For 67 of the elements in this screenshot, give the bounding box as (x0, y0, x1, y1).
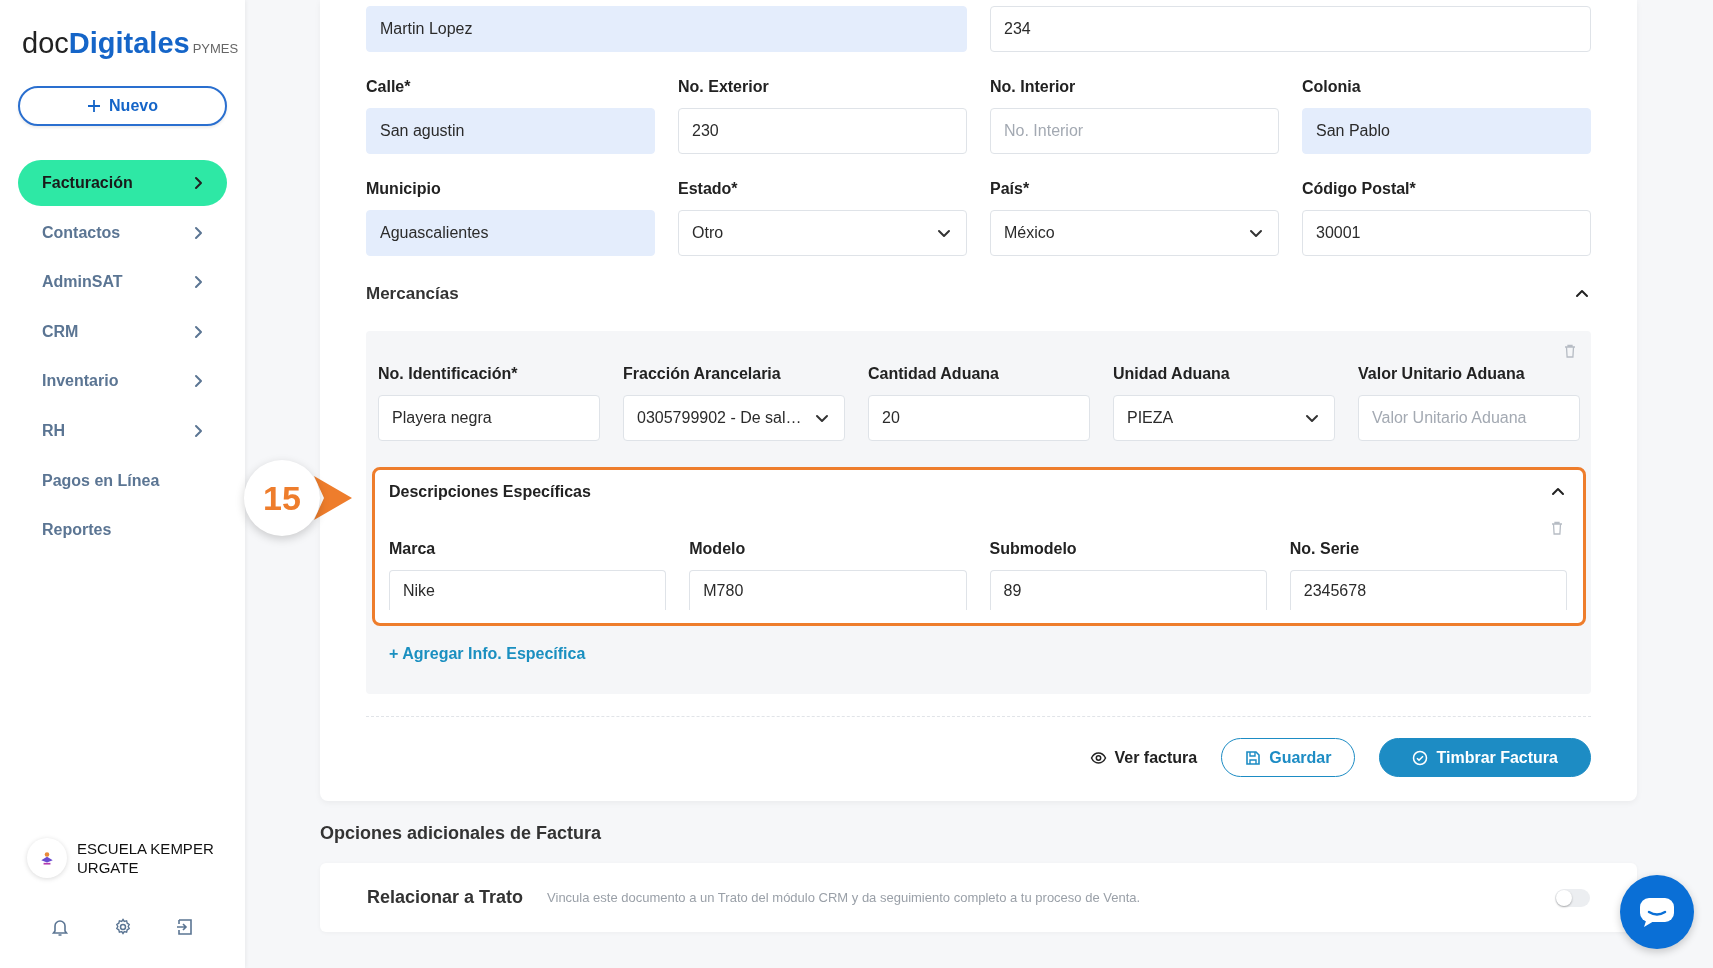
new-button[interactable]: Nuevo (18, 86, 227, 126)
sidebar-item[interactable]: Facturación (18, 160, 227, 206)
sidebar-item[interactable]: AdminSAT (18, 259, 227, 306)
plus-icon (87, 99, 102, 113)
input-field[interactable]: San agustin (366, 108, 655, 154)
field-label: Estado* (678, 179, 739, 199)
callout-arrow-icon (314, 476, 352, 520)
save-icon (1245, 749, 1262, 766)
field-label: Marca (389, 539, 437, 559)
field-label: No. Identificación* (378, 364, 519, 384)
select-field[interactable]: México (990, 210, 1279, 256)
field-label: No. Exterior (678, 77, 770, 97)
bell-icon[interactable] (51, 918, 69, 936)
field-label: Calle* (366, 77, 412, 97)
field-label: País* (990, 179, 1031, 199)
field-label: Fracción Arancelaria (623, 364, 782, 384)
option-description: Vincula este documento a un Trato del módulo CRM y da seguimiento completo a tu proceso de Venta. (547, 890, 1142, 905)
option-title: Relacionar a Trato (367, 887, 524, 908)
field-label: Modelo (689, 539, 747, 559)
input-field[interactable]: Valor Unitario Aduana (1358, 395, 1580, 441)
field-label: No. Interior (990, 77, 1077, 97)
input-field[interactable]: M780 (689, 570, 967, 610)
section-title: Mercancías (366, 284, 459, 304)
logo-text: docDigitales PYMES (21, 26, 240, 61)
field-label: Valor Unitario Aduana (1358, 364, 1526, 384)
sidebar-item[interactable]: Reportes (18, 507, 227, 554)
step-badge: 15 (244, 460, 320, 536)
logout-icon[interactable] (176, 918, 194, 936)
chat-bubble-icon (1639, 897, 1675, 927)
select-field[interactable]: PIEZA (1113, 395, 1335, 441)
field-label: No. Serie (1289, 539, 1361, 559)
sidebar-item[interactable]: RH (18, 407, 227, 454)
sidebar-item[interactable]: Pagos en Línea (18, 457, 227, 504)
input-field[interactable]: 2345678 (1289, 570, 1567, 610)
select-field[interactable]: 0305799902 - De sal… (623, 395, 845, 441)
input-field[interactable]: Aguascalientes (366, 210, 655, 256)
input-field[interactable]: 230 (678, 108, 967, 154)
sidebar-item[interactable]: CRM (18, 308, 227, 355)
subsection-title: Descripciones Específicas (389, 483, 591, 501)
save-button[interactable]: Guardar (1221, 738, 1356, 777)
field-label: Unidad Aduana (1113, 364, 1231, 384)
settings-icon[interactable] (113, 918, 132, 936)
field-label: Código Postal* (1302, 179, 1417, 199)
stamp-invoice-button[interactable]: Timbrar Factura (1379, 738, 1591, 777)
input-field[interactable]: Martin Lopez (366, 6, 967, 52)
input-field[interactable]: Playera negra (378, 395, 600, 441)
input-field[interactable]: San Pablo (1302, 108, 1591, 154)
input-field[interactable]: 20 (868, 395, 1090, 441)
input-field[interactable]: No. Interior (990, 108, 1279, 154)
view-invoice-button[interactable]: Ver factura (1089, 738, 1198, 777)
toggle-switch[interactable] (1555, 888, 1590, 907)
account-name: ESCUELA KEMPER URGATE (77, 839, 215, 877)
check-circle-icon (1412, 749, 1429, 766)
section-title: Opciones adicionales de Factura (320, 823, 603, 844)
sidebar-item[interactable]: Inventario (18, 358, 227, 405)
sidebar-item[interactable]: Contactos (18, 209, 227, 256)
input-field[interactable]: 234 (990, 6, 1591, 52)
eye-icon (1089, 749, 1107, 766)
input-field[interactable]: 30001 (1302, 210, 1591, 256)
field-label: Colonia (1302, 77, 1362, 97)
select-field[interactable]: Otro (678, 210, 967, 256)
chat-button[interactable] (1620, 875, 1694, 949)
input-field[interactable]: 89 (989, 570, 1267, 610)
field-label: Municipio (366, 179, 442, 199)
input-field[interactable]: Nike (389, 570, 667, 610)
field-label: Submodelo (989, 539, 1078, 559)
field-label: Cantidad Aduana (868, 364, 1000, 384)
